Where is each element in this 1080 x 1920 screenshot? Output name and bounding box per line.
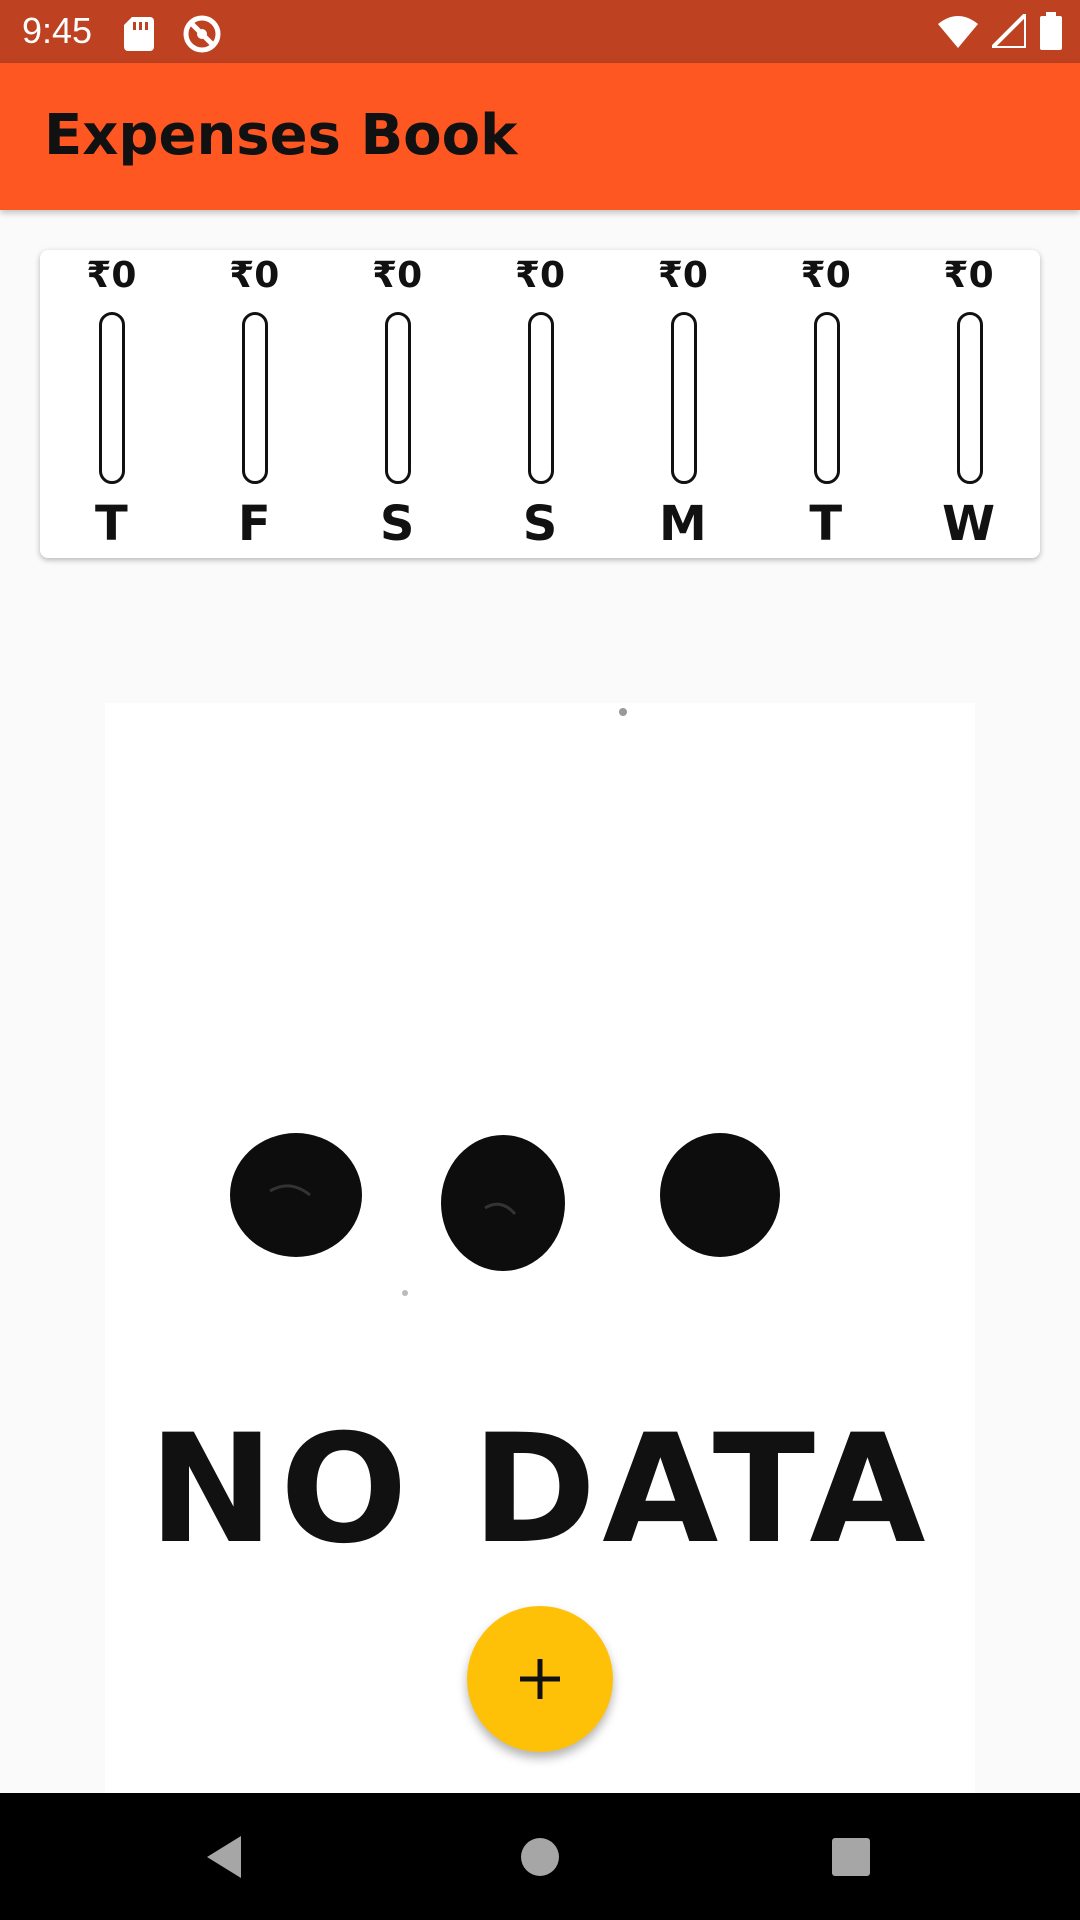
status-right-icons xyxy=(938,12,1062,54)
bar-column: ₹0 M xyxy=(611,250,754,558)
bar-day-label: S xyxy=(522,496,558,552)
sd-card-icon xyxy=(124,17,154,55)
bar-amount-label: ₹0 xyxy=(657,255,708,296)
add-expense-button[interactable] xyxy=(467,1606,613,1752)
cell-signal-icon xyxy=(990,12,1028,52)
app-bar: Expenses Book xyxy=(0,63,1080,210)
bar-amount-label: ₹0 xyxy=(514,255,566,296)
bar-amount-label: ₹0 xyxy=(800,255,851,296)
bar-amount-label: ₹0 xyxy=(943,255,994,296)
bar-amount-label: ₹0 xyxy=(86,255,137,296)
bar-day-label: W xyxy=(942,496,996,552)
weekly-chart-card: ₹0 T ₹0 F ₹0 S ₹0 S ₹0 M ₹0 T ₹0 W xyxy=(40,250,1040,558)
wifi-icon xyxy=(938,14,978,52)
bar-day-label: T xyxy=(809,496,843,552)
bar-day-label: M xyxy=(658,496,707,552)
bar-day-label: F xyxy=(237,496,271,552)
bar-column: ₹0 S xyxy=(326,250,469,558)
weekly-bar-chart: ₹0 T ₹0 F ₹0 S ₹0 S ₹0 M ₹0 T ₹0 W xyxy=(40,250,1040,558)
nav-back-button[interactable] xyxy=(156,1793,296,1920)
screen: 9:45 Expenses Book ₹0 T ₹0 F ₹0 S ₹0 S ₹… xyxy=(0,0,1080,1920)
bar-track xyxy=(528,312,554,484)
bar-day-label: T xyxy=(95,496,128,552)
recents-icon xyxy=(832,1837,870,1876)
bar-column: ₹0 T xyxy=(40,250,183,558)
bar-amount-label: ₹0 xyxy=(229,255,280,296)
bar-track xyxy=(99,312,126,484)
no-data-text: NO DATA xyxy=(149,1403,932,1577)
bar-column: ₹0 F xyxy=(183,250,326,558)
bar-track xyxy=(670,312,697,484)
status-bar: 9:45 xyxy=(0,0,1080,63)
nav-home-button[interactable] xyxy=(470,1793,610,1920)
status-time: 9:45 xyxy=(22,10,93,51)
nav-recents-button[interactable] xyxy=(781,1793,921,1920)
bar-column: ₹0 T xyxy=(754,250,897,558)
bar-amount-label: ₹0 xyxy=(372,255,423,296)
bar-track xyxy=(956,312,983,484)
bar-track xyxy=(242,312,269,484)
bar-track xyxy=(385,312,412,484)
status-left-icons xyxy=(124,14,222,58)
navigation-bar xyxy=(0,1793,1080,1920)
bar-day-label: S xyxy=(379,496,415,552)
battery-icon xyxy=(1040,12,1062,54)
bar-column: ₹0 W xyxy=(897,250,1040,558)
bar-track xyxy=(813,312,840,484)
home-icon xyxy=(521,1837,559,1876)
back-icon xyxy=(207,1835,241,1878)
app-title: Expenses Book xyxy=(44,103,518,168)
do-not-disturb-icon xyxy=(182,14,222,58)
plus-icon xyxy=(520,1659,560,1699)
bar-column: ₹0 S xyxy=(469,250,612,558)
